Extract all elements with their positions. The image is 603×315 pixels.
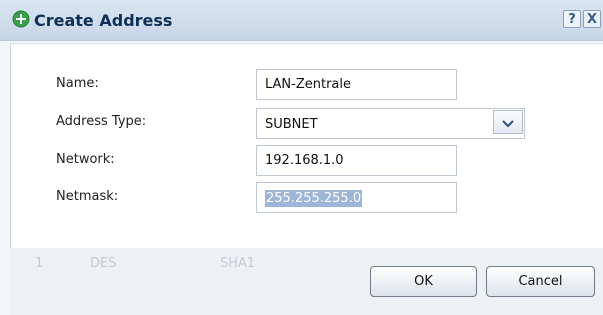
network-input[interactable] <box>256 145 457 176</box>
help-button[interactable]: ? <box>563 10 581 28</box>
ok-button[interactable]: OK <box>370 266 477 297</box>
network-label: Network: <box>56 152 115 167</box>
dialog-title: Create Address <box>34 11 173 30</box>
dialog-titlebar[interactable]: Create Address ? X <box>0 0 603 41</box>
add-circle-icon <box>12 10 30 28</box>
address-type-dropdown-button[interactable] <box>493 110 523 134</box>
name-input[interactable] <box>256 69 457 100</box>
chevron-down-icon <box>502 113 514 132</box>
cancel-button[interactable]: Cancel <box>486 266 595 297</box>
netmask-value: 255.255.255.0 <box>265 190 363 207</box>
name-label: Name: <box>56 76 99 91</box>
netmask-label: Netmask: <box>56 189 119 204</box>
close-button[interactable]: X <box>583 10 601 28</box>
table-cell: DES <box>90 256 117 271</box>
address-type-label: Address Type: <box>56 114 147 129</box>
address-type-select[interactable]: SUBNET <box>256 108 525 139</box>
netmask-input[interactable]: 255.255.255.0 <box>256 182 457 213</box>
table-cell: 1 <box>35 256 44 271</box>
table-cell: SHA1 <box>220 256 256 271</box>
create-address-dialog: Create Address ? X Name: Address Type: S… <box>0 0 603 315</box>
address-type-value: SUBNET <box>265 117 318 132</box>
